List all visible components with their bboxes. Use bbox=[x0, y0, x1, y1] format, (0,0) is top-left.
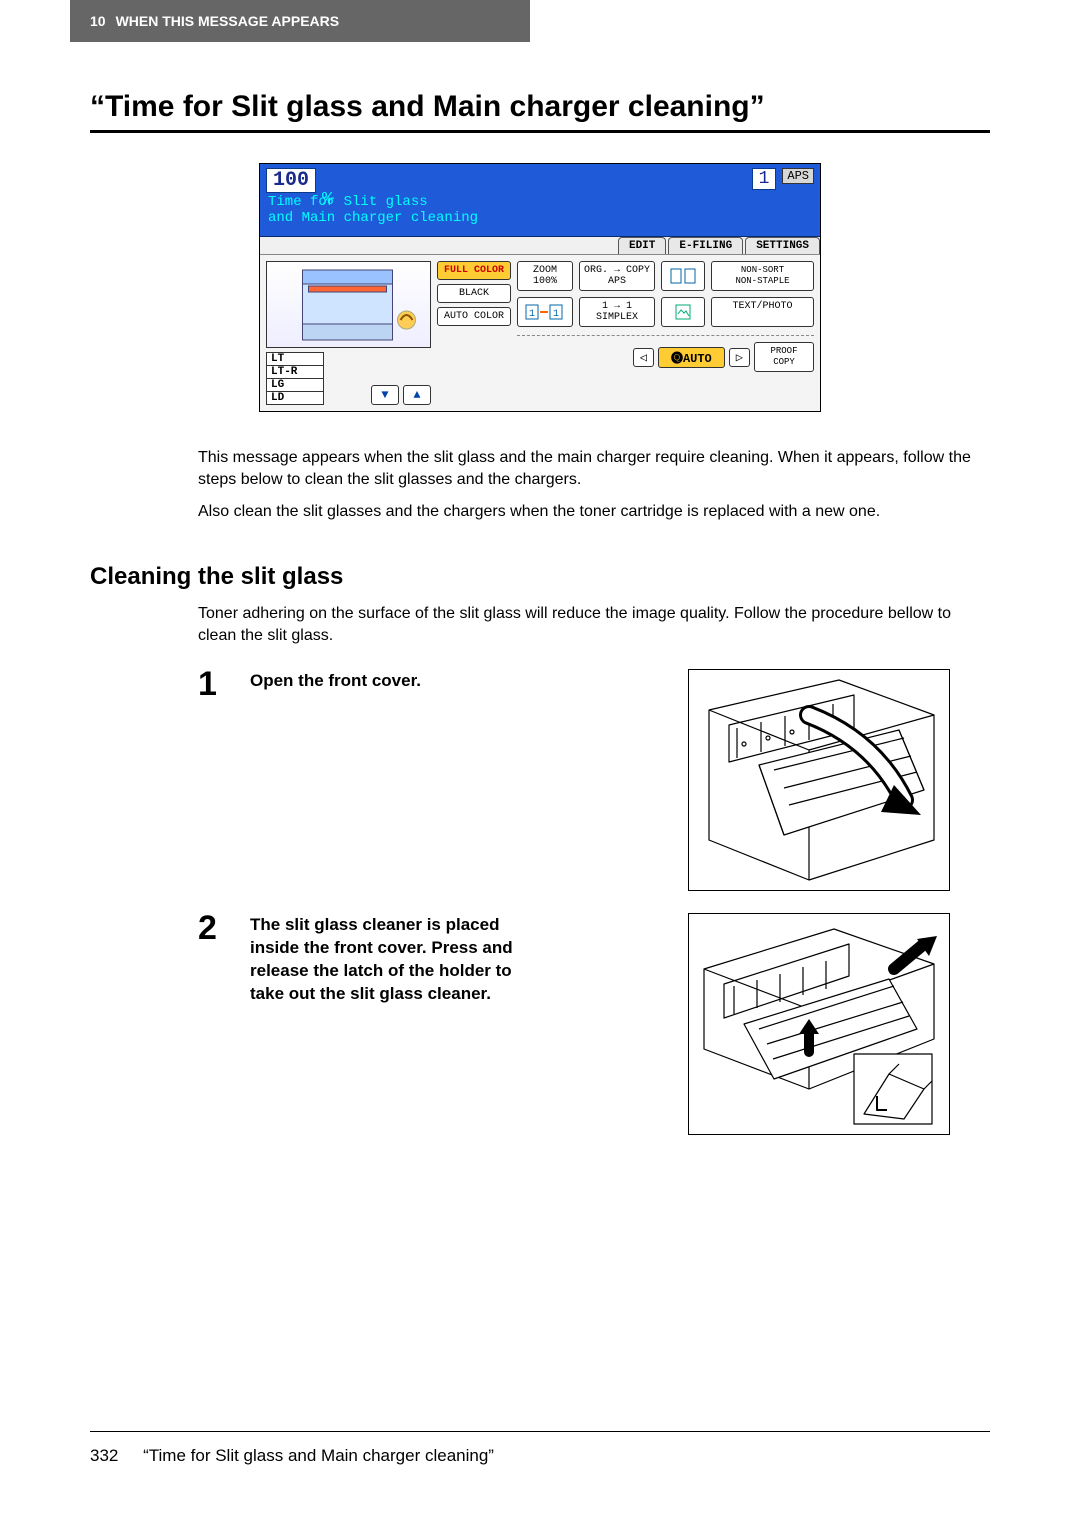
paper-size-list: LT LT-R LG LD bbox=[266, 352, 324, 405]
density-right-icon[interactable]: ▷ bbox=[729, 348, 750, 367]
section-title: “Time for Slit glass and Main charger cl… bbox=[90, 90, 990, 124]
density-left-icon[interactable]: ◁ bbox=[633, 348, 654, 367]
scroll-down-icon[interactable]: ▼ bbox=[371, 385, 399, 405]
step-1-illustration bbox=[688, 669, 950, 891]
black-button[interactable]: BLACK bbox=[437, 284, 511, 303]
printer-illustration bbox=[266, 261, 431, 348]
finisher-icon[interactable] bbox=[661, 261, 705, 291]
status-line-2: and Main charger cleaning bbox=[268, 210, 478, 226]
mfp-status-bar: 100 % 1 APS Time for Slit glass and Main… bbox=[260, 164, 820, 237]
paper-size-ltr[interactable]: LT-R bbox=[266, 366, 324, 379]
mfp-body: LT LT-R LG LD ▼ ▲ bbox=[260, 255, 820, 411]
footer-rule bbox=[90, 1431, 990, 1432]
step-2-text: The slit glass cleaner is placed inside … bbox=[250, 913, 540, 1135]
status-line-1: Time for Slit glass bbox=[268, 194, 478, 210]
auto-label: AUTO bbox=[683, 352, 712, 366]
status-message: Time for Slit glass and Main charger cle… bbox=[268, 194, 478, 226]
step-2-illustration bbox=[688, 913, 950, 1135]
paper-size-lt[interactable]: LT bbox=[266, 352, 324, 366]
subsection-title: Cleaning the slit glass bbox=[90, 563, 990, 591]
full-color-button[interactable]: FULL COLOR bbox=[437, 261, 511, 280]
zoom-cell[interactable]: ZOOM100% bbox=[517, 261, 573, 291]
intro-paragraph-2: Also clean the slit glasses and the char… bbox=[198, 501, 990, 523]
text-photo-cell[interactable]: TEXT/PHOTO bbox=[711, 297, 814, 327]
duplex-icon[interactable]: 11 bbox=[517, 297, 573, 327]
step-2-number: 2 bbox=[198, 913, 250, 1135]
mfp-tab-row: EDIT E-FILING SETTINGS bbox=[260, 237, 820, 255]
page-number: 332 bbox=[90, 1446, 118, 1465]
section-rule bbox=[90, 130, 990, 133]
tab-edit[interactable]: EDIT bbox=[618, 237, 666, 254]
copy-count: 1 bbox=[752, 168, 777, 190]
chapter-number: 10 bbox=[90, 13, 106, 29]
scroll-up-icon[interactable]: ▲ bbox=[403, 385, 431, 405]
paper-size-ld[interactable]: LD bbox=[266, 392, 324, 405]
subsection-intro: Toner adhering on the surface of the sli… bbox=[198, 603, 990, 647]
tab-settings[interactable]: SETTINGS bbox=[745, 237, 820, 254]
paper-size-lg[interactable]: LG bbox=[266, 379, 324, 392]
intro-paragraph-1: This message appears when the slit glass… bbox=[198, 447, 990, 491]
original-mode-icon[interactable] bbox=[661, 297, 705, 327]
org-copy-cell[interactable]: ORG. → COPYAPS bbox=[579, 261, 655, 291]
settings-grid: ZOOM100% ORG. → COPYAPS NON-SORTNON-STAP… bbox=[517, 261, 814, 405]
printer-preview-column: LT LT-R LG LD ▼ ▲ bbox=[266, 261, 431, 405]
footer-title: “Time for Slit glass and Main charger cl… bbox=[143, 1446, 494, 1465]
svg-text:1: 1 bbox=[553, 309, 559, 320]
proof-copy-cell[interactable]: PROOFCOPY bbox=[754, 342, 814, 372]
step-1: 1 Open the front cover. bbox=[198, 669, 990, 891]
color-mode-column: FULL COLOR BLACK AUTO COLOR bbox=[437, 261, 511, 405]
aps-indicator: APS bbox=[782, 168, 814, 184]
non-sort-cell[interactable]: NON-SORTNON-STAPLE bbox=[711, 261, 814, 291]
device-screen-figure: 100 % 1 APS Time for Slit glass and Main… bbox=[90, 163, 990, 412]
auto-color-button[interactable]: AUTO COLOR bbox=[437, 307, 511, 326]
zoom-value: 100 bbox=[266, 168, 316, 193]
step-1-text: Open the front cover. bbox=[250, 669, 540, 891]
page-footer: 332 “Time for Slit glass and Main charge… bbox=[90, 1431, 990, 1466]
simplex-cell[interactable]: 1 → 1SIMPLEX bbox=[579, 297, 655, 327]
step-2: 2 The slit glass cleaner is placed insid… bbox=[198, 913, 990, 1135]
svg-text:1: 1 bbox=[529, 309, 535, 320]
mfp-panel: 100 % 1 APS Time for Slit glass and Main… bbox=[259, 163, 821, 412]
chapter-header: 10 WHEN THIS MESSAGE APPEARS bbox=[70, 0, 530, 42]
tab-efiling[interactable]: E-FILING bbox=[668, 237, 743, 254]
chapter-title: WHEN THIS MESSAGE APPEARS bbox=[116, 13, 340, 29]
step-1-number: 1 bbox=[198, 669, 250, 891]
density-auto-button[interactable]: 🅠AUTO bbox=[658, 347, 725, 368]
